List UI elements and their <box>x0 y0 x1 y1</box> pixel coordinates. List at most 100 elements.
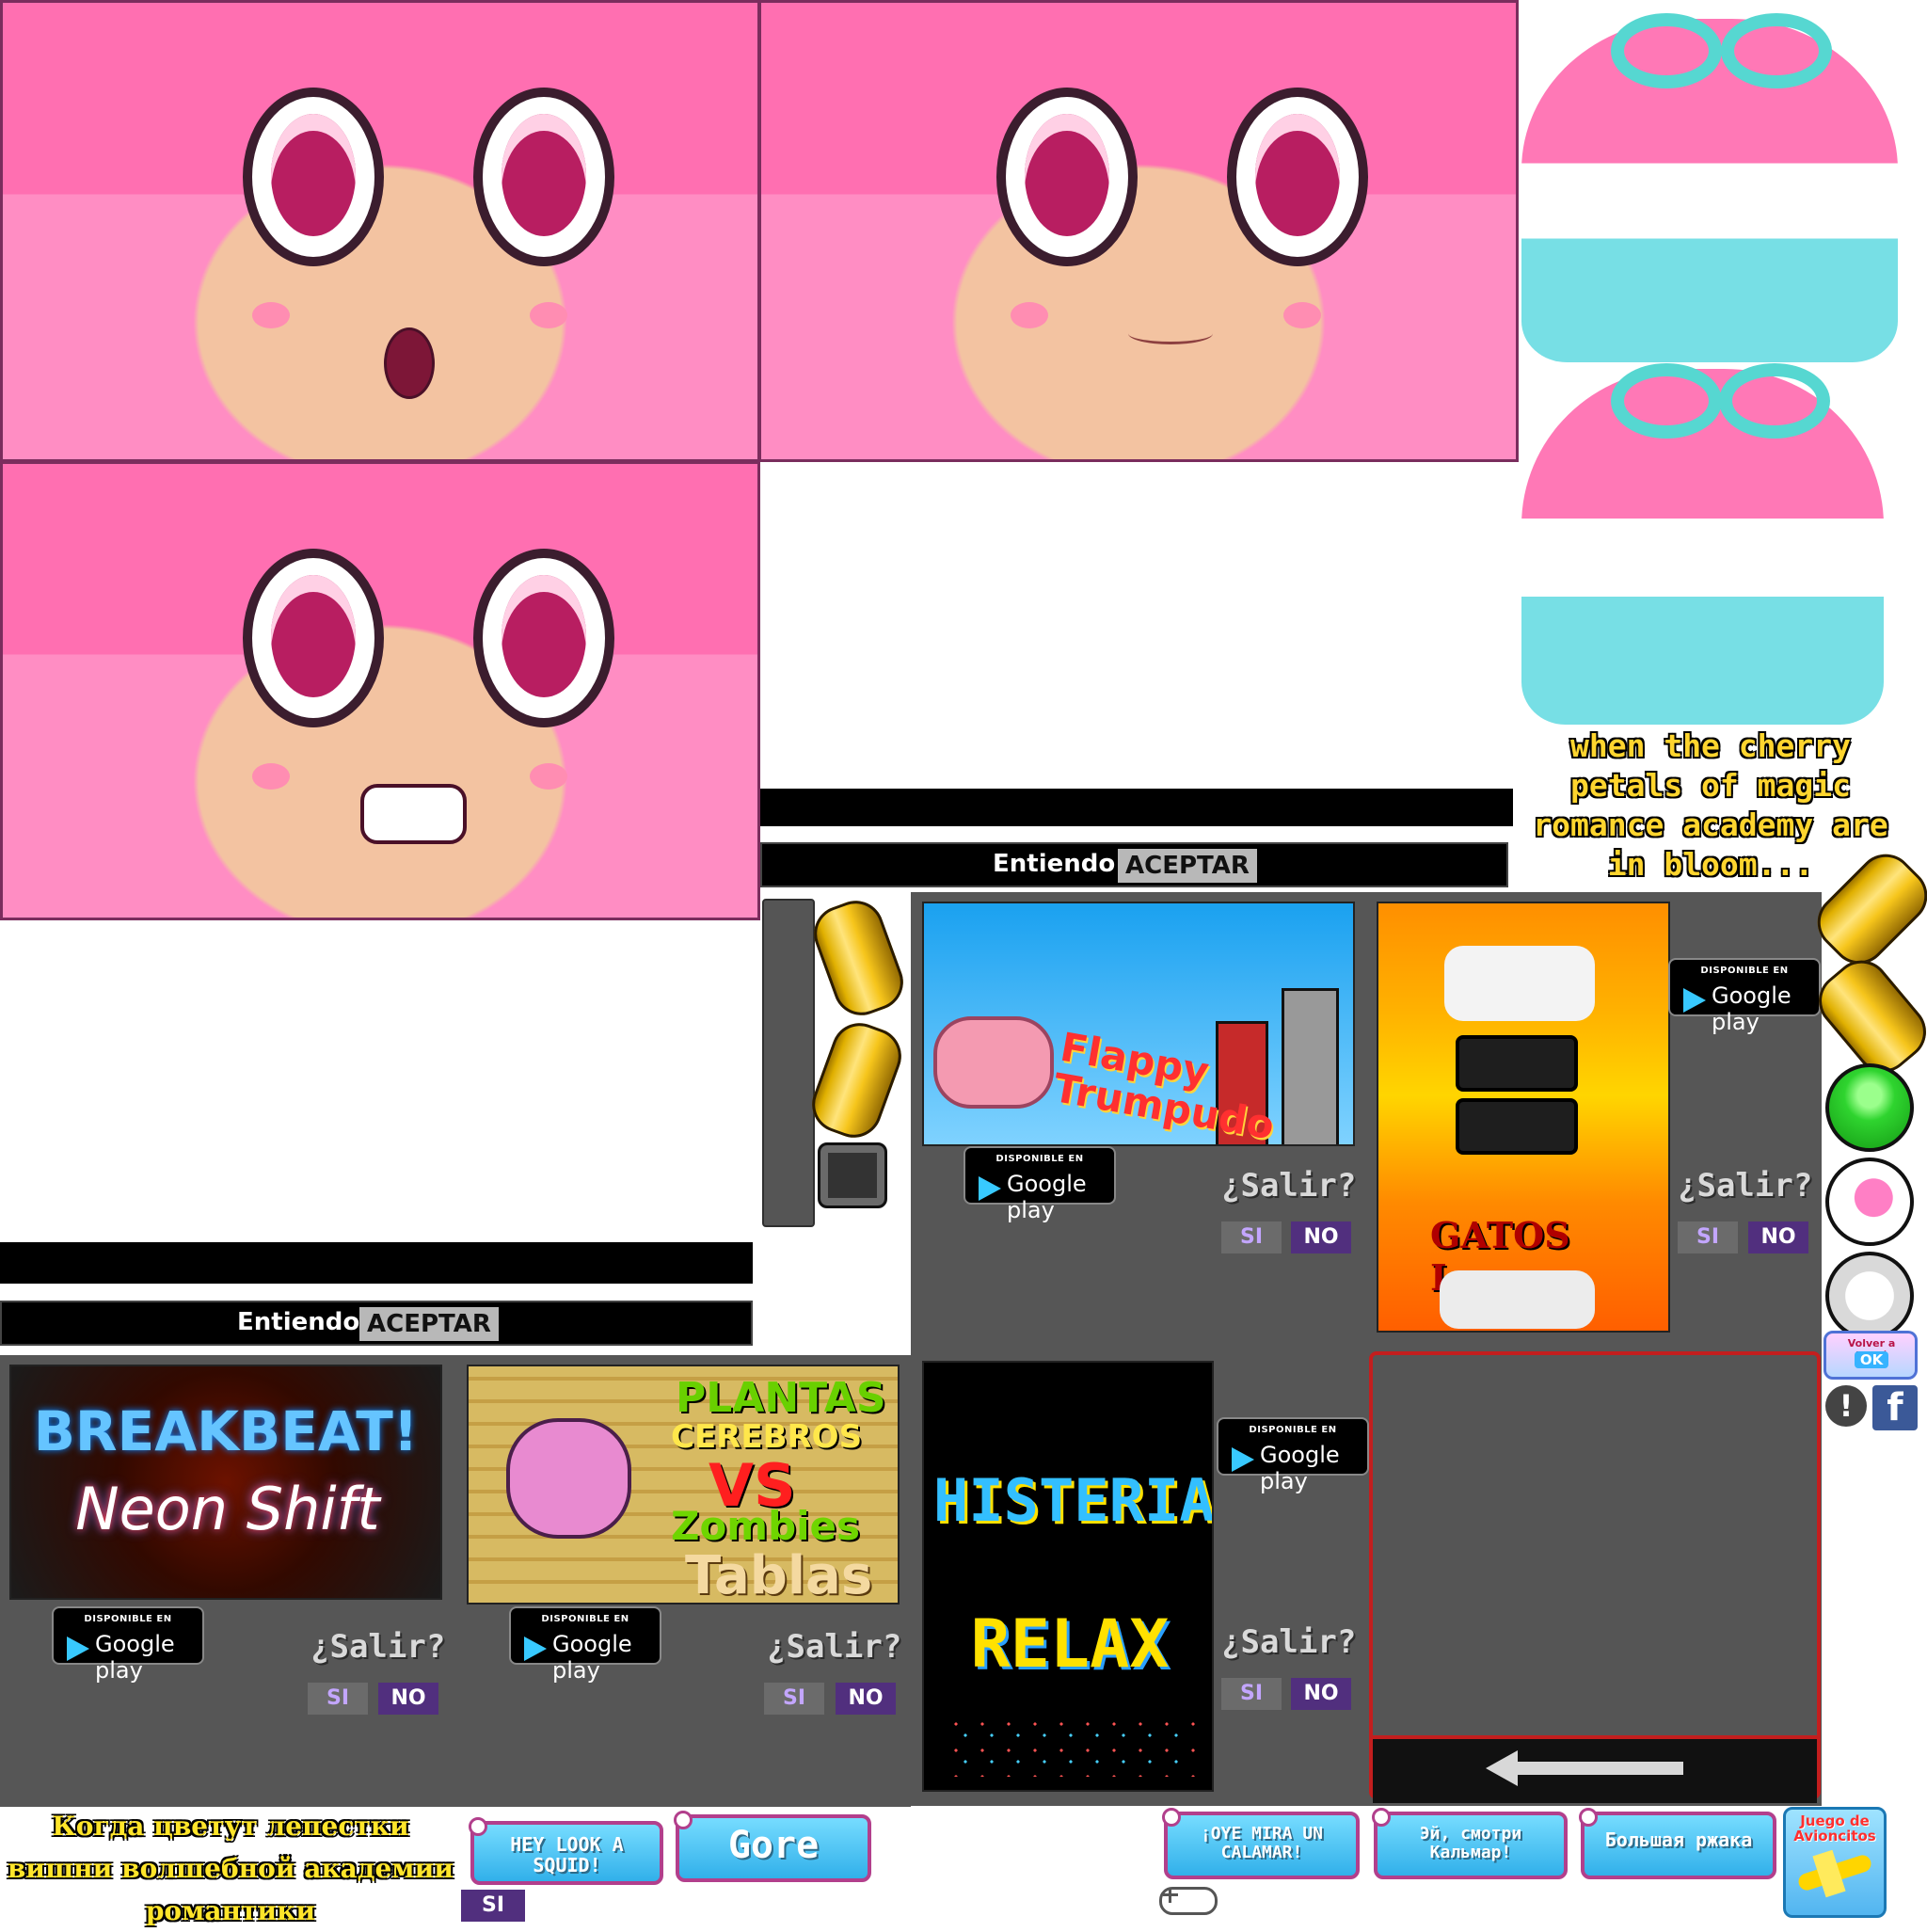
badge-icon <box>674 1811 693 1829</box>
hey-look-button[interactable]: HEY LOOK A SQUID! <box>469 1817 663 1885</box>
hair-shape <box>761 3 1516 459</box>
flappy-hand <box>933 1016 1054 1109</box>
oye-mira-button[interactable]: ¡OYE MIRA UN CALAMAR! <box>1162 1808 1360 1879</box>
volver-button[interactable]: Volver a Menú OK <box>1823 1331 1918 1380</box>
alert-icon[interactable]: ! <box>1825 1385 1867 1427</box>
histeria-game-art: HISTERIA RELAX <box>922 1361 1214 1792</box>
breakbeat-exit-prompt: ¿Salir? <box>311 1628 446 1666</box>
ok-label: OK <box>1855 1351 1888 1368</box>
google-play-icon <box>1683 988 1706 1013</box>
breakbeat-no-button[interactable]: NO <box>378 1683 438 1715</box>
left-blush <box>252 302 290 328</box>
brain-character <box>506 1418 631 1539</box>
chibi-grit-sprite <box>1521 363 1884 725</box>
breakbeat-title-bottom: Neon Shift <box>75 1475 380 1543</box>
bolshaya-button[interactable]: Большая ржака <box>1579 1808 1776 1879</box>
hair-bow-icon <box>1611 363 1722 439</box>
plantas-title-bottom: Zombies <box>671 1503 861 1549</box>
plantas-yes-button[interactable]: SI <box>764 1683 824 1715</box>
plantas-no-button[interactable]: NO <box>836 1683 896 1715</box>
left-scroll-track[interactable] <box>762 899 815 1227</box>
histeria-yes-button[interactable]: SI <box>1221 1678 1282 1710</box>
plantas-exit-prompt: ¿Salir? <box>767 1628 902 1666</box>
back-bar[interactable] <box>1373 1735 1817 1803</box>
hair-bow-icon <box>1611 13 1722 88</box>
placeholder-panel <box>1369 1351 1821 1803</box>
gatos-game-art: GATOS Locos <box>1377 902 1670 1333</box>
gatos-no-button[interactable]: NO <box>1748 1221 1808 1253</box>
back-arrow-head-icon <box>1486 1750 1518 1786</box>
gore-label: Gore <box>727 1824 820 1867</box>
oye-mira-label: ¡OYE MIRA UN CALAMAR! <box>1200 1824 1324 1862</box>
left-blush <box>1011 302 1048 328</box>
corner-game-title: Juego de Avioncitos <box>1793 1812 1876 1844</box>
plus-icon-vertical <box>1169 1888 1171 1903</box>
facebook-icon[interactable]: f <box>1872 1385 1918 1430</box>
right-eye <box>473 549 614 727</box>
google-play-badge[interactable]: DISPONIBLE EN Google play <box>509 1606 661 1684</box>
flappy-game-art: Flappy Trumpudo <box>922 902 1355 1146</box>
corner-game-logo[interactable]: Juego de Avioncitos <box>1783 1807 1887 1918</box>
chibi-angry-sprite <box>1521 13 1898 362</box>
flappy-building <box>1282 988 1339 1144</box>
power-button-white[interactable] <box>1825 1252 1914 1340</box>
menu-lines-icon[interactable] <box>818 1142 887 1208</box>
hair-bow-icon <box>1719 363 1830 439</box>
flappy-exit-prompt: ¿Salir? <box>1221 1167 1357 1205</box>
badge-icon <box>469 1817 487 1836</box>
portrait-surprised <box>0 0 760 462</box>
google-play-icon <box>524 1637 547 1661</box>
bottom-si-button[interactable]: SI <box>461 1890 525 1922</box>
top-black-bar <box>760 789 1513 826</box>
dark-panel <box>1456 1098 1578 1155</box>
gatos-yes-button[interactable]: SI <box>1678 1221 1738 1253</box>
plantas-subtitle: Tablas <box>685 1545 873 1605</box>
google-play-badge[interactable]: DISPONIBLE EN Google play <box>964 1146 1116 1223</box>
left-eye <box>243 549 384 727</box>
breakbeat-game-art: BREAKBEAT! Neon Shift <box>9 1365 442 1600</box>
russian-caption: Когда цветут лепестки вишни волшебной ак… <box>7 1811 454 1926</box>
top-dialog: Entiendo ACEPTAR <box>760 842 1508 887</box>
google-play-icon <box>67 1637 89 1661</box>
left-dialog: Entiendo ACEPTAR <box>0 1301 753 1346</box>
plantas-game-art: PLANTAS CEREBROS VS Zombies Tablas <box>467 1365 900 1605</box>
gold-coin-sprite <box>805 892 912 1024</box>
left-dialog-text: Entiendo <box>237 1308 360 1336</box>
google-play-icon <box>1232 1447 1254 1472</box>
google-play-badge[interactable]: DISPONIBLE EN Google play <box>1217 1417 1369 1494</box>
top-accept-button[interactable]: ACEPTAR <box>1118 849 1257 883</box>
gold-coin-sprite <box>804 1014 910 1146</box>
flappy-yes-button[interactable]: SI <box>1221 1221 1282 1253</box>
bolshaya-label: Большая ржака <box>1604 1828 1753 1851</box>
character-button[interactable] <box>1825 1158 1914 1246</box>
gore-button[interactable]: Gore <box>674 1811 871 1882</box>
power-button-green[interactable] <box>1825 1063 1914 1152</box>
left-eye <box>243 88 384 266</box>
cat-image <box>1444 946 1595 1021</box>
left-blush <box>252 763 290 790</box>
hair-shape <box>3 464 757 918</box>
breakbeat-yes-button[interactable]: SI <box>308 1683 368 1715</box>
left-black-bar <box>0 1242 753 1284</box>
plantas-title-top: PLANTAS <box>676 1374 886 1422</box>
google-play-icon <box>979 1176 1001 1201</box>
plantas-title-middle: CEREBROS <box>671 1418 863 1456</box>
right-eye <box>473 88 614 266</box>
google-play-badge[interactable]: DISPONIBLE EN Google play <box>1668 958 1821 1035</box>
top-dialog-text: Entiendo <box>993 850 1116 878</box>
histeria-exit-prompt: ¿Salir? <box>1221 1623 1357 1661</box>
google-play-badge[interactable]: DISPONIBLE EN Google play <box>52 1606 204 1684</box>
flappy-no-button[interactable]: NO <box>1291 1221 1351 1253</box>
left-eye <box>996 88 1138 266</box>
histeria-title-bottom: RELAX <box>970 1605 1170 1683</box>
histeria-no-button[interactable]: NO <box>1291 1678 1351 1710</box>
breakbeat-title-top: BREAKBEAT! <box>33 1399 419 1463</box>
badge-icon <box>1579 1808 1598 1827</box>
left-accept-button[interactable]: ACEPTAR <box>359 1307 499 1341</box>
right-blush <box>530 763 567 790</box>
english-caption: when the cherry petals of magic romance … <box>1533 727 1888 883</box>
portrait-grin <box>0 461 760 920</box>
russian-squid-button[interactable]: Эй, смотри Кальмар! <box>1372 1808 1568 1879</box>
right-blush <box>530 302 567 328</box>
histeria-title-top: HISTERIA <box>933 1466 1214 1535</box>
